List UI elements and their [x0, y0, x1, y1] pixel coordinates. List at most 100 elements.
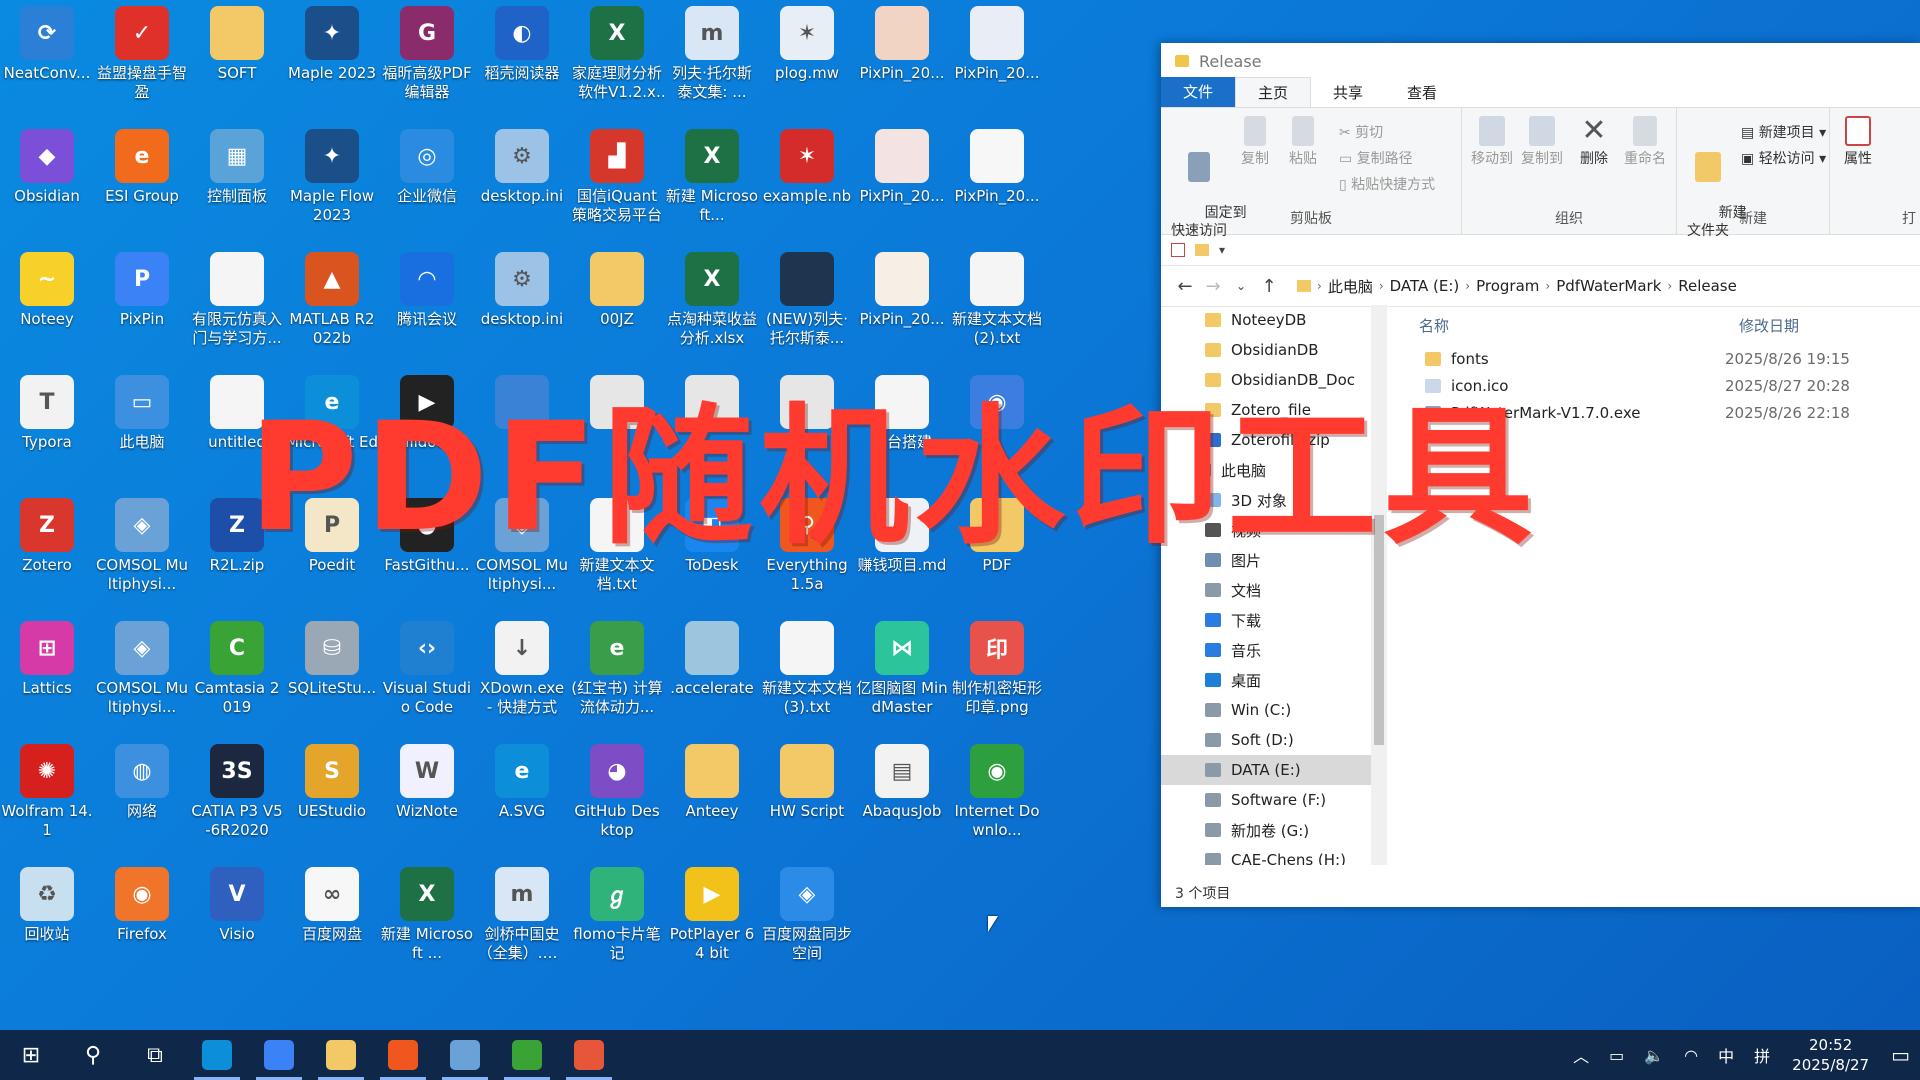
- nav-item[interactable]: 3D 对象: [1161, 485, 1386, 515]
- nav-item[interactable]: 视频: [1161, 515, 1386, 545]
- desktop-icon[interactable]: 赚钱项目.md: [855, 492, 949, 575]
- desktop-icon[interactable]: X 新建 Microsoft...: [665, 123, 759, 225]
- easy-access-button[interactable]: ▣ 轻松访问 ▾: [1741, 148, 1826, 168]
- desktop-icon[interactable]: ▦ 控制面板: [190, 123, 284, 206]
- desktop-icon[interactable]: PixPin_20...: [950, 0, 1044, 83]
- camtasia-recorder-taskbar[interactable]: [558, 1030, 620, 1080]
- desktop-icon[interactable]: X 新建 Microsoft ...: [380, 861, 474, 963]
- start-button[interactable]: ⊞: [0, 1030, 62, 1080]
- desktop-icon[interactable]: ⋈ 亿图脑图 MindMaster: [855, 615, 949, 717]
- desktop-icon[interactable]: Z R2L.zip: [190, 492, 284, 575]
- battery-icon[interactable]: ▭: [1609, 1046, 1624, 1065]
- back-arrow-icon[interactable]: ←: [1171, 276, 1199, 297]
- nav-item[interactable]: DATA (E:): [1161, 755, 1386, 785]
- desktop-icon[interactable]: ⚙ desktop.ini: [475, 246, 569, 329]
- nav-item[interactable]: CAE-Chens (H:): [1161, 845, 1386, 865]
- desktop-icon[interactable]: PDF: [950, 492, 1044, 575]
- desktop-icon[interactable]: ◈ COMSOL Multiphysi...: [95, 615, 189, 717]
- desktop-icon[interactable]: ✺ Wolfram 14.1: [0, 738, 94, 840]
- desktop-icon[interactable]: e (红宝书) 计算流体动力...: [570, 615, 664, 717]
- desktop-icon[interactable]: [475, 369, 569, 433]
- desktop-icon[interactable]: ◉ Internet Downlo...: [950, 738, 1044, 840]
- file-row[interactable]: fonts 2025/8/26 19:15: [1405, 345, 1920, 372]
- camtasia-taskbar[interactable]: [496, 1030, 558, 1080]
- network-wifi-icon[interactable]: ◠: [1684, 1046, 1698, 1065]
- breadcrumb-item[interactable]: Release: [1672, 277, 1743, 295]
- desktop-icon[interactable]: PixPin_20...: [855, 123, 949, 206]
- desktop-icon[interactable]: Anteey: [665, 738, 759, 821]
- cut-button[interactable]: ✂ 剪切: [1339, 122, 1383, 142]
- desktop-icon[interactable]: ✶ plog.mw: [760, 0, 854, 83]
- desktop-icon[interactable]: X 家庭理财分析软件V1.2.xl...: [570, 0, 664, 102]
- desktop-icon[interactable]: 00JZ: [570, 246, 664, 329]
- nav-item[interactable]: 下载: [1161, 605, 1386, 635]
- desktop-icon[interactable]: ◧ ToDesk: [665, 492, 759, 575]
- desktop-icon[interactable]: 印制作机密矩形印章.png: [950, 615, 1044, 717]
- desktop-icon[interactable]: 新建文本文档 (3).txt: [760, 615, 854, 717]
- window-title-bar[interactable]: Release: [1161, 43, 1920, 79]
- desktop-icon[interactable]: ✶ example.nb: [760, 123, 854, 206]
- breadcrumb-item[interactable]: DATA (E:): [1384, 277, 1466, 295]
- desktop-icon[interactable]: S UEStudio: [285, 738, 379, 821]
- desktop-icon[interactable]: 平台搭建: [855, 369, 949, 452]
- properties-button[interactable]: 属性: [1836, 116, 1880, 168]
- desktop-icon[interactable]: ◍ 网络: [95, 738, 189, 821]
- file-explorer-window[interactable]: Release 文件 主页 共享 查看 固定到 快速访问 复制 粘贴 ✂ 剪切 …: [1161, 43, 1920, 907]
- search-button[interactable]: ⚲: [62, 1030, 124, 1080]
- pixpin-taskbar[interactable]: [248, 1030, 310, 1080]
- desktop-icon[interactable]: ◈ COMSOL Multiphysi...: [95, 492, 189, 594]
- breadcrumb[interactable]: › 此电脑 › DATA (E:) › Program › PdfWaterMark › Rele…: [1297, 276, 1743, 297]
- nav-item[interactable]: 音乐: [1161, 635, 1386, 665]
- copy-to-button[interactable]: 复制到: [1518, 116, 1566, 168]
- desktop-icon[interactable]: T Typora: [0, 369, 94, 452]
- desktop-icon[interactable]: W WizNote: [380, 738, 474, 821]
- nav-item[interactable]: ObsidianDB: [1161, 335, 1386, 365]
- desktop-icon[interactable]: ▶ bilidown: [380, 369, 474, 452]
- desktop-icon[interactable]: ▶ PotPlayer 64 bit: [665, 861, 759, 963]
- nav-item[interactable]: ObsidianDB_Doc: [1161, 365, 1386, 395]
- file-row[interactable]: PdfWaterMark-V1.7.0.exe 2025/8/26 22:18: [1405, 399, 1920, 426]
- nav-item[interactable]: Soft (D:): [1161, 725, 1386, 755]
- tab-view[interactable]: 查看: [1385, 78, 1459, 107]
- nav-item[interactable]: Zotero_file: [1161, 395, 1386, 425]
- nav-item[interactable]: Software (F:): [1161, 785, 1386, 815]
- recent-locations-chevron-icon[interactable]: ⌄: [1227, 279, 1255, 293]
- desktop-icon[interactable]: V Visio: [190, 861, 284, 944]
- desktop-icon[interactable]: PixPin_20...: [950, 123, 1044, 206]
- nav-item[interactable]: Win (C:): [1161, 695, 1386, 725]
- desktop-icon[interactable]: G 福昕高级PDF编辑器: [380, 0, 474, 102]
- delete-button[interactable]: ✕ 删除: [1572, 116, 1616, 168]
- show-hidden-icons-icon[interactable]: ︿: [1573, 1043, 1589, 1067]
- nav-item[interactable]: 此电脑: [1161, 455, 1386, 485]
- move-to-button[interactable]: 移动到: [1468, 116, 1516, 168]
- column-modified-header[interactable]: 修改日期: [1739, 315, 1799, 336]
- nav-item[interactable]: 图片: [1161, 545, 1386, 575]
- desktop-icon[interactable]: P Poedit: [285, 492, 379, 575]
- desktop-icon[interactable]: Z Zotero: [0, 492, 94, 575]
- desktop-icon[interactable]: X 点淘种菜收益分析.xlsx: [665, 246, 759, 348]
- desktop-icon[interactable]: (NEW)列夫·托尔斯泰...: [760, 246, 854, 348]
- ime-mode[interactable]: 拼: [1754, 1043, 1770, 1067]
- desktop-icon[interactable]: ∞ 百度网盘: [285, 861, 379, 944]
- desktop-icon[interactable]: 新建文本文档.txt: [570, 492, 664, 594]
- desktop-icon[interactable]: m 剑桥中国史（全集）.mobi: [475, 861, 569, 963]
- desktop-icon[interactable]: C Camtasia 2019: [190, 615, 284, 717]
- desktop-icon[interactable]: ✓ 益盟操盘手智盈: [95, 0, 189, 102]
- volume-icon[interactable]: 🔈: [1644, 1046, 1664, 1065]
- notification-center-icon[interactable]: ▭: [1891, 1043, 1910, 1067]
- explorer-taskbar[interactable]: [310, 1030, 372, 1080]
- desktop-icon[interactable]: untitled: [190, 369, 284, 452]
- desktop-icon[interactable]: PixPin_20...: [855, 0, 949, 83]
- desktop-icon[interactable]: ⚲ Everything 1.5a: [760, 492, 854, 594]
- desktop-icon[interactable]: ~ Noteey: [0, 246, 94, 329]
- forward-arrow-icon[interactable]: →: [1199, 276, 1227, 297]
- desktop-icon[interactable]: ◕ FastGithu...: [380, 492, 474, 575]
- desktop-icon[interactable]: ▤ AbaqusJob: [855, 738, 949, 821]
- file-row[interactable]: icon.ico 2025/8/27 20:28: [1405, 372, 1920, 399]
- nav-item[interactable]: 新加卷 (G:): [1161, 815, 1386, 845]
- desktop-icon[interactable]: ◐ 稻壳阅读器: [475, 0, 569, 83]
- comsol-taskbar[interactable]: [434, 1030, 496, 1080]
- desktop-icon[interactable]: ⚙ desktop.ini: [475, 123, 569, 206]
- desktop-icon[interactable]: ♻ 回收站: [0, 861, 94, 944]
- desktop-icon[interactable]: e A.SVG: [475, 738, 569, 821]
